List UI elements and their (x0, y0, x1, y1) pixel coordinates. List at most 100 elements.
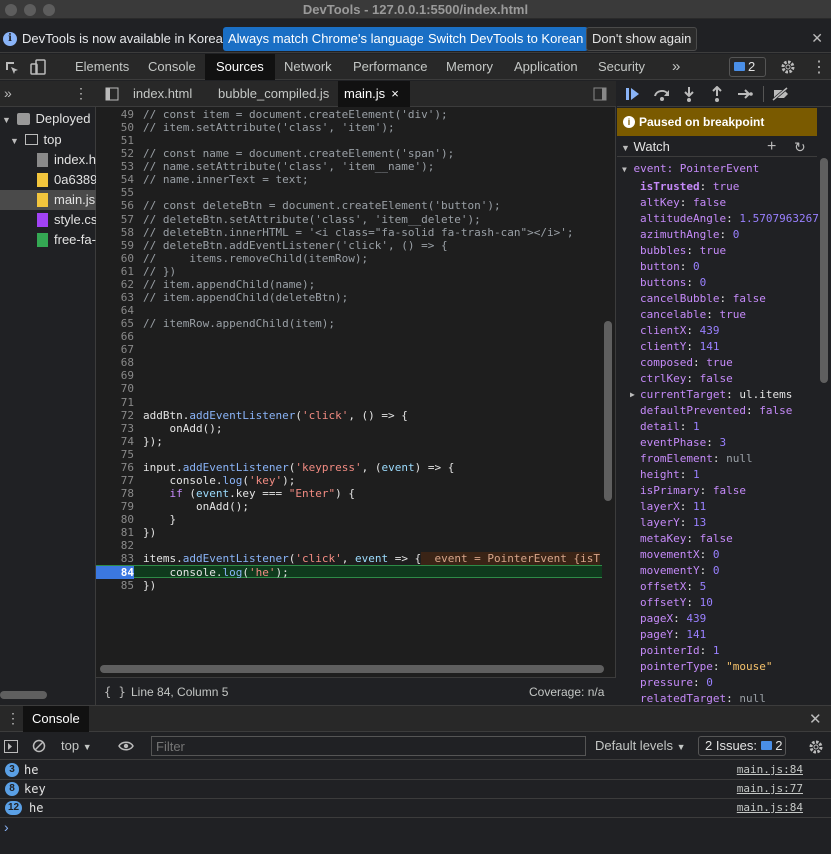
watch-section-header[interactable]: ▼ Watch + ↻ (617, 137, 817, 157)
deactivate-breakpoints-icon[interactable] (772, 87, 790, 101)
watch-property[interactable]: pointerId: 1 (640, 643, 719, 659)
line-number[interactable]: 57 (96, 213, 134, 226)
issues-badge[interactable]: 2 (729, 57, 766, 77)
console-message[interactable]: 8 key main.js:77 (0, 780, 831, 799)
code-line[interactable]: 78 if (event.key === "Enter") { (96, 487, 602, 500)
line-number[interactable]: 75 (96, 448, 134, 461)
infobar-close-icon[interactable]: ✕ (811, 30, 823, 47)
tab-network[interactable]: Network (276, 54, 340, 80)
watch-property[interactable]: clientY: 141 (640, 339, 719, 355)
device-toolbar-icon[interactable] (30, 59, 46, 75)
toggle-navigator-icon[interactable] (105, 87, 119, 101)
line-number[interactable]: 81 (96, 526, 134, 539)
refresh-watch-icon[interactable]: ↻ (794, 137, 806, 157)
code-line[interactable]: 79 onAdd(); (96, 500, 602, 513)
watch-property[interactable]: defaultPrevented: false (640, 403, 792, 419)
editor-vertical-scrollbar[interactable] (604, 321, 612, 501)
watch-property[interactable]: layerY: 13 (640, 515, 706, 531)
line-number[interactable]: 79 (96, 500, 134, 513)
settings-gear-icon[interactable] (780, 59, 796, 75)
tree-item-file[interactable]: index.h (37, 150, 96, 170)
console-prompt[interactable]: › (4, 819, 9, 835)
watch-property[interactable]: detail: 1 (640, 419, 700, 435)
code-line[interactable]: 49 // const item = document.createElement… (96, 108, 602, 121)
watch-property[interactable]: eventPhase: 3 (640, 435, 726, 451)
code-line[interactable]: 71 (96, 396, 602, 409)
code-line[interactable]: 59 // deleteBtn.addEventListener('click',… (96, 239, 602, 252)
tree-item-file[interactable]: style.cs (37, 210, 97, 230)
code-line[interactable]: 56 // const deleteBtn = document.createEl… (96, 199, 602, 212)
line-number[interactable]: 68 (96, 356, 134, 369)
console-settings-gear-icon[interactable] (808, 739, 824, 755)
always-match-language-button[interactable]: Always match Chrome's language (223, 27, 430, 51)
code-line[interactable]: 66 (96, 330, 602, 343)
add-watch-icon[interactable]: + (767, 137, 776, 157)
line-number[interactable]: 63 (96, 291, 134, 304)
pretty-print-button[interactable]: { } (104, 685, 126, 699)
watch-property[interactable]: metaKey: false (640, 531, 733, 547)
more-navigators-icon[interactable]: » (4, 85, 12, 101)
context-selector[interactable]: top ▼ (61, 738, 92, 753)
code-area[interactable]: 49 // const item = document.createElement… (96, 108, 602, 668)
watch-property[interactable]: fromElement: null (640, 451, 753, 467)
watch-property[interactable]: cancelBubble: false (640, 291, 766, 307)
tree-item-deployed[interactable]: ▼ Deployed (0, 109, 96, 129)
watch-property[interactable]: ctrlKey: false (640, 371, 733, 387)
line-number[interactable]: 61 (96, 265, 134, 278)
code-line[interactable]: 67 (96, 343, 602, 356)
code-line-breakpoint[interactable]: 84 console.log('he'); (96, 565, 602, 580)
line-number[interactable]: 72 (96, 409, 134, 422)
step-into-icon[interactable] (683, 86, 695, 102)
code-line[interactable]: 55 (96, 186, 602, 199)
inspect-element-icon[interactable] (4, 60, 20, 76)
navigator-scrollbar[interactable] (0, 691, 47, 699)
tab-application[interactable]: Application (506, 54, 586, 80)
line-number[interactable]: 83 (96, 552, 134, 565)
step-icon[interactable] (737, 87, 753, 101)
code-line[interactable]: 51 (96, 134, 602, 147)
close-drawer-icon[interactable]: ✕ (809, 710, 822, 728)
message-source-link[interactable]: main.js:77 (737, 780, 803, 798)
code-line[interactable]: 72 addBtn.addEventListener('click', () =>… (96, 409, 602, 422)
console-issues-button[interactable]: 2 Issues: 2 (698, 736, 786, 756)
editor-tab-index-html[interactable]: index.html (127, 81, 198, 107)
toggle-debugger-icon[interactable] (593, 87, 607, 101)
code-line[interactable]: 64 (96, 304, 602, 317)
code-line[interactable]: 74}); (96, 435, 602, 448)
editor-tab-main-js[interactable]: main.js × (338, 81, 410, 107)
watch-property[interactable]: azimuthAngle: 0 (640, 227, 739, 243)
log-levels-dropdown[interactable]: Default levels ▼ (595, 738, 686, 753)
watch-property[interactable]: pressure: 0 (640, 675, 713, 691)
code-line[interactable]: 57 // deleteBtn.setAttribute('class', 'it… (96, 213, 602, 226)
show-sidebar-icon[interactable] (4, 740, 18, 753)
watch-property[interactable]: isTrusted: true (640, 179, 739, 195)
line-number[interactable]: 52 (96, 147, 134, 160)
watch-property[interactable]: pageX: 439 (640, 611, 706, 627)
code-line[interactable]: 62 // item.appendChild(name); (96, 278, 602, 291)
message-source-link[interactable]: main.js:84 (737, 761, 803, 779)
tree-item-file-selected[interactable]: main.js (0, 190, 96, 210)
watch-property[interactable]: bubbles: true (640, 243, 726, 259)
close-tab-icon[interactable]: × (391, 86, 399, 101)
tree-item-file[interactable]: 0a6389 (37, 170, 97, 190)
line-number[interactable]: 55 (96, 186, 134, 199)
console-message[interactable]: 3 he main.js:84 (0, 761, 831, 780)
code-line[interactable]: 75 (96, 448, 602, 461)
tab-performance[interactable]: Performance (345, 54, 435, 80)
watch-property[interactable]: ▶ currentTarget: ul.items (630, 387, 792, 403)
code-line[interactable]: 77 console.log('key'); (96, 474, 602, 487)
code-line[interactable]: 70 (96, 382, 602, 395)
watch-property[interactable]: composed: true (640, 355, 733, 371)
tab-memory[interactable]: Memory (438, 54, 501, 80)
line-number[interactable]: 76 (96, 461, 134, 474)
code-line[interactable]: 69 (96, 369, 602, 382)
line-number[interactable]: 70 (96, 382, 134, 395)
watch-property[interactable]: movementX: 0 (640, 547, 719, 563)
watch-property[interactable]: cancelable: true (640, 307, 746, 323)
tab-sources[interactable]: Sources (205, 54, 275, 80)
watch-property[interactable]: movementY: 0 (640, 563, 719, 579)
line-number[interactable]: 69 (96, 369, 134, 382)
live-expression-eye-icon[interactable] (118, 740, 134, 752)
line-number[interactable]: 62 (96, 278, 134, 291)
code-line[interactable]: 68 (96, 356, 602, 369)
